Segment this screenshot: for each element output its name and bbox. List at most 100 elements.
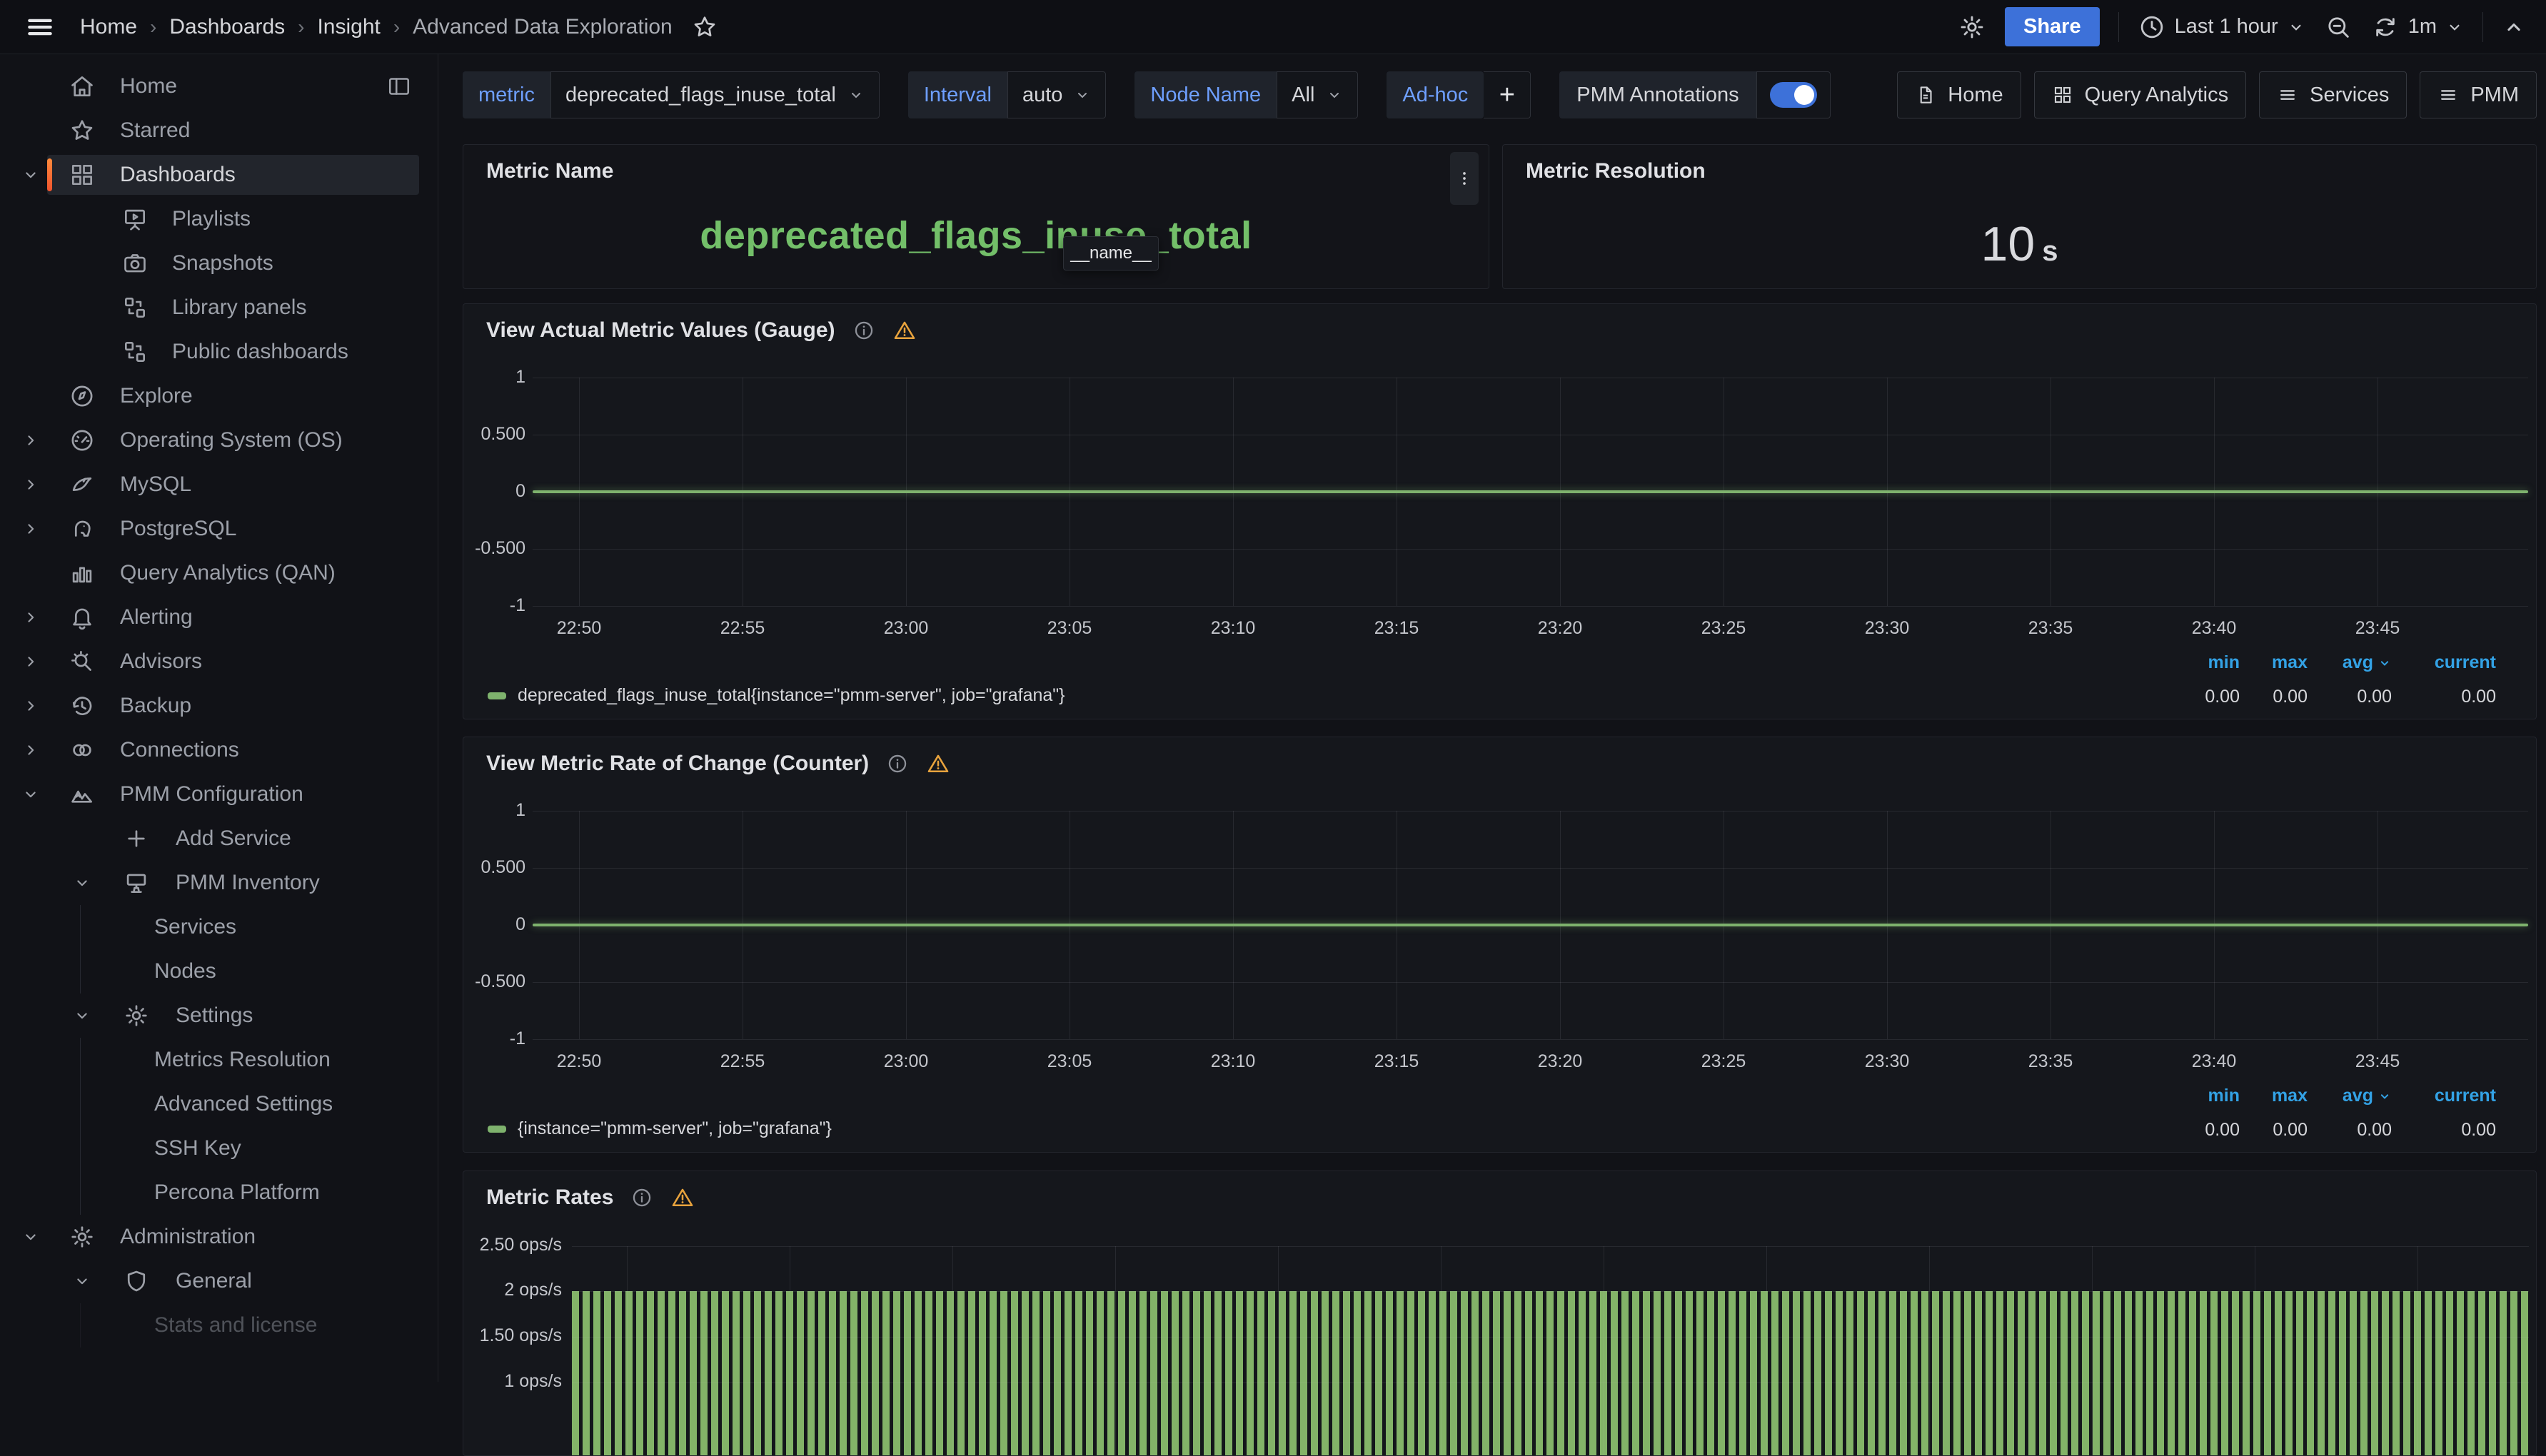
favorite-star-icon[interactable] xyxy=(691,14,718,41)
legend-stat-header-min[interactable]: min xyxy=(2175,652,2240,673)
legend-stat-header-current[interactable]: current xyxy=(2392,652,2496,673)
caret-up-icon[interactable] xyxy=(2502,15,2526,39)
variable-node-name: Node Name All xyxy=(1134,71,1358,118)
variable-node-name-select[interactable]: All xyxy=(1277,71,1358,118)
variable-metric-label[interactable]: metric xyxy=(463,71,550,118)
sidebar-item-explore[interactable]: Explore xyxy=(0,374,438,418)
menu-icon[interactable] xyxy=(23,10,57,44)
refresh-picker[interactable]: 1m xyxy=(2371,13,2464,41)
sidebar-item-add-service[interactable]: Add Service xyxy=(0,817,438,861)
sidebar-item-public-dashboards[interactable]: Public dashboards xyxy=(0,330,438,374)
sidebar-item-library-panels[interactable]: Library panels xyxy=(0,285,438,330)
sidebar-item-settings[interactable]: Settings xyxy=(0,994,438,1038)
sidebar-item-services[interactable]: Services xyxy=(0,905,438,949)
legend-series-label[interactable]: deprecated_flags_inuse_total{instance="p… xyxy=(518,685,1065,706)
dashboard-settings-gear-icon[interactable] xyxy=(1958,13,1986,41)
legend-item[interactable]: {instance="pmm-server", job="grafana"} xyxy=(488,1118,832,1139)
chevron-right-icon[interactable] xyxy=(20,474,41,495)
breadcrumb-item[interactable]: Home xyxy=(80,15,137,39)
chevron-right-icon[interactable] xyxy=(20,430,41,451)
chevron-right-icon[interactable] xyxy=(20,695,41,717)
sidebar-item-percona-platform[interactable]: Percona Platform xyxy=(0,1171,438,1215)
breadcrumb-item[interactable]: Advanced Data Exploration xyxy=(413,15,673,39)
chevron-right-icon[interactable] xyxy=(20,518,41,540)
panel-title[interactable]: View Actual Metric Values (Gauge) xyxy=(486,318,835,343)
legend-stat-header-avg[interactable]: avg xyxy=(2308,652,2392,673)
x-axis-tick-label: 23:45 xyxy=(2328,1051,2427,1072)
variable-interval-label[interactable]: Interval xyxy=(908,71,1007,118)
panel-menu-kebab-icon[interactable] xyxy=(1450,152,1479,205)
variable-metric: metric deprecated_flags_inuse_total xyxy=(463,71,880,118)
breadcrumb-item[interactable]: Insight xyxy=(317,15,380,39)
legend-color-swatch[interactable] xyxy=(488,692,506,699)
series-line[interactable] xyxy=(533,490,2528,493)
legend-color-swatch[interactable] xyxy=(488,1126,506,1133)
pmm-link-button[interactable]: PMM xyxy=(2420,71,2537,118)
query-analytics-link-button[interactable]: Query Analytics xyxy=(2034,71,2246,118)
breadcrumb-item[interactable]: Dashboards xyxy=(169,15,285,39)
time-range-picker[interactable]: Last 1 hour xyxy=(2138,13,2305,41)
y-axis-tick-label: -0.500 xyxy=(463,538,525,559)
pmm-annotations-toggle[interactable] xyxy=(1756,71,1831,118)
sidebar-item-mysql[interactable]: MySQL xyxy=(0,462,438,507)
sidebar-item-playlists[interactable]: Playlists xyxy=(0,197,438,241)
sidebar-item-dashboards[interactable]: Dashboards xyxy=(0,153,438,197)
chevron-right-icon[interactable] xyxy=(20,607,41,628)
chevron-down-icon[interactable] xyxy=(71,1005,93,1026)
chevron-right-icon[interactable] xyxy=(20,651,41,672)
sidebar-item-starred[interactable]: Starred xyxy=(0,108,438,153)
sidebar-item-stats-and-license[interactable]: Stats and license xyxy=(0,1303,438,1348)
variable-interval-select[interactable]: auto xyxy=(1007,71,1106,118)
sidebar-item-advanced-settings[interactable]: Advanced Settings xyxy=(0,1082,438,1126)
legend-item[interactable]: deprecated_flags_inuse_total{instance="p… xyxy=(488,685,1065,706)
variable-node-name-label[interactable]: Node Name xyxy=(1134,71,1277,118)
sidebar-item-snapshots[interactable]: Snapshots xyxy=(0,241,438,285)
adhoc-filter-label[interactable]: Ad-hoc xyxy=(1387,71,1484,118)
legend-stat-header-max[interactable]: max xyxy=(2240,652,2308,673)
chevron-right-icon[interactable] xyxy=(20,739,41,761)
sidebar-item-administration[interactable]: Administration xyxy=(0,1215,438,1259)
home-link-button[interactable]: Home xyxy=(1897,71,2021,118)
variable-metric-select[interactable]: deprecated_flags_inuse_total xyxy=(550,71,880,118)
sidebar-item-ssh-key[interactable]: SSH Key xyxy=(0,1126,438,1171)
sidebar-item-alerting[interactable]: Alerting xyxy=(0,595,438,639)
add-filter-button[interactable]: + xyxy=(1484,71,1531,118)
info-icon[interactable] xyxy=(852,319,875,342)
sidebar-item-backup[interactable]: Backup xyxy=(0,684,438,728)
legend-stat-header-avg[interactable]: avg xyxy=(2308,1086,2392,1106)
sidebar-item-query-analytics-qan[interactable]: Query Analytics (QAN) xyxy=(0,551,438,595)
series-line[interactable] xyxy=(533,924,2528,926)
sidebar-item-postgresql[interactable]: PostgreSQL xyxy=(0,507,438,551)
sidebar-item-metrics-resolution[interactable]: Metrics Resolution xyxy=(0,1038,438,1082)
sidebar-item-pmm-inventory[interactable]: PMM Inventory xyxy=(0,861,438,905)
services-link-button[interactable]: Services xyxy=(2259,71,2407,118)
panel-title[interactable]: Metric Resolution xyxy=(1526,159,1706,183)
sidebar-item-nodes[interactable]: Nodes xyxy=(0,949,438,994)
legend-stat-header-current[interactable]: current xyxy=(2392,1086,2496,1106)
info-icon[interactable] xyxy=(630,1186,653,1209)
sidebar-item-advisors[interactable]: Advisors xyxy=(0,639,438,684)
chevron-down-icon[interactable] xyxy=(71,1270,93,1292)
warning-icon[interactable] xyxy=(892,318,917,343)
legend-stat-header-min[interactable]: min xyxy=(2175,1086,2240,1106)
panel-title[interactable]: Metric Name xyxy=(486,159,613,183)
warning-icon[interactable] xyxy=(670,1185,695,1210)
sidebar-item-home[interactable]: Home xyxy=(0,64,438,108)
panel-title[interactable]: View Metric Rate of Change (Counter) xyxy=(486,752,869,776)
info-icon[interactable] xyxy=(886,752,909,775)
share-button[interactable]: Share xyxy=(2005,7,2100,46)
legend-series-label[interactable]: {instance="pmm-server", job="grafana"} xyxy=(518,1118,832,1139)
panel-left-icon[interactable] xyxy=(386,74,412,99)
sidebar-item-operating-system-os[interactable]: Operating System (OS) xyxy=(0,418,438,462)
zoom-out-icon[interactable] xyxy=(2324,13,2353,41)
legend-stat-header-max[interactable]: max xyxy=(2240,1086,2308,1106)
sidebar-item-general[interactable]: General xyxy=(0,1259,438,1303)
warning-icon[interactable] xyxy=(926,752,950,776)
chevron-down-icon[interactable] xyxy=(71,872,93,894)
chevron-down-icon[interactable] xyxy=(20,164,41,186)
panel-title[interactable]: Metric Rates xyxy=(486,1185,613,1210)
sidebar-item-pmm-configuration[interactable]: PMM Configuration xyxy=(0,772,438,817)
chevron-down-icon[interactable] xyxy=(20,1226,41,1248)
sidebar-item-connections[interactable]: Connections xyxy=(0,728,438,772)
chevron-down-icon[interactable] xyxy=(20,784,41,805)
